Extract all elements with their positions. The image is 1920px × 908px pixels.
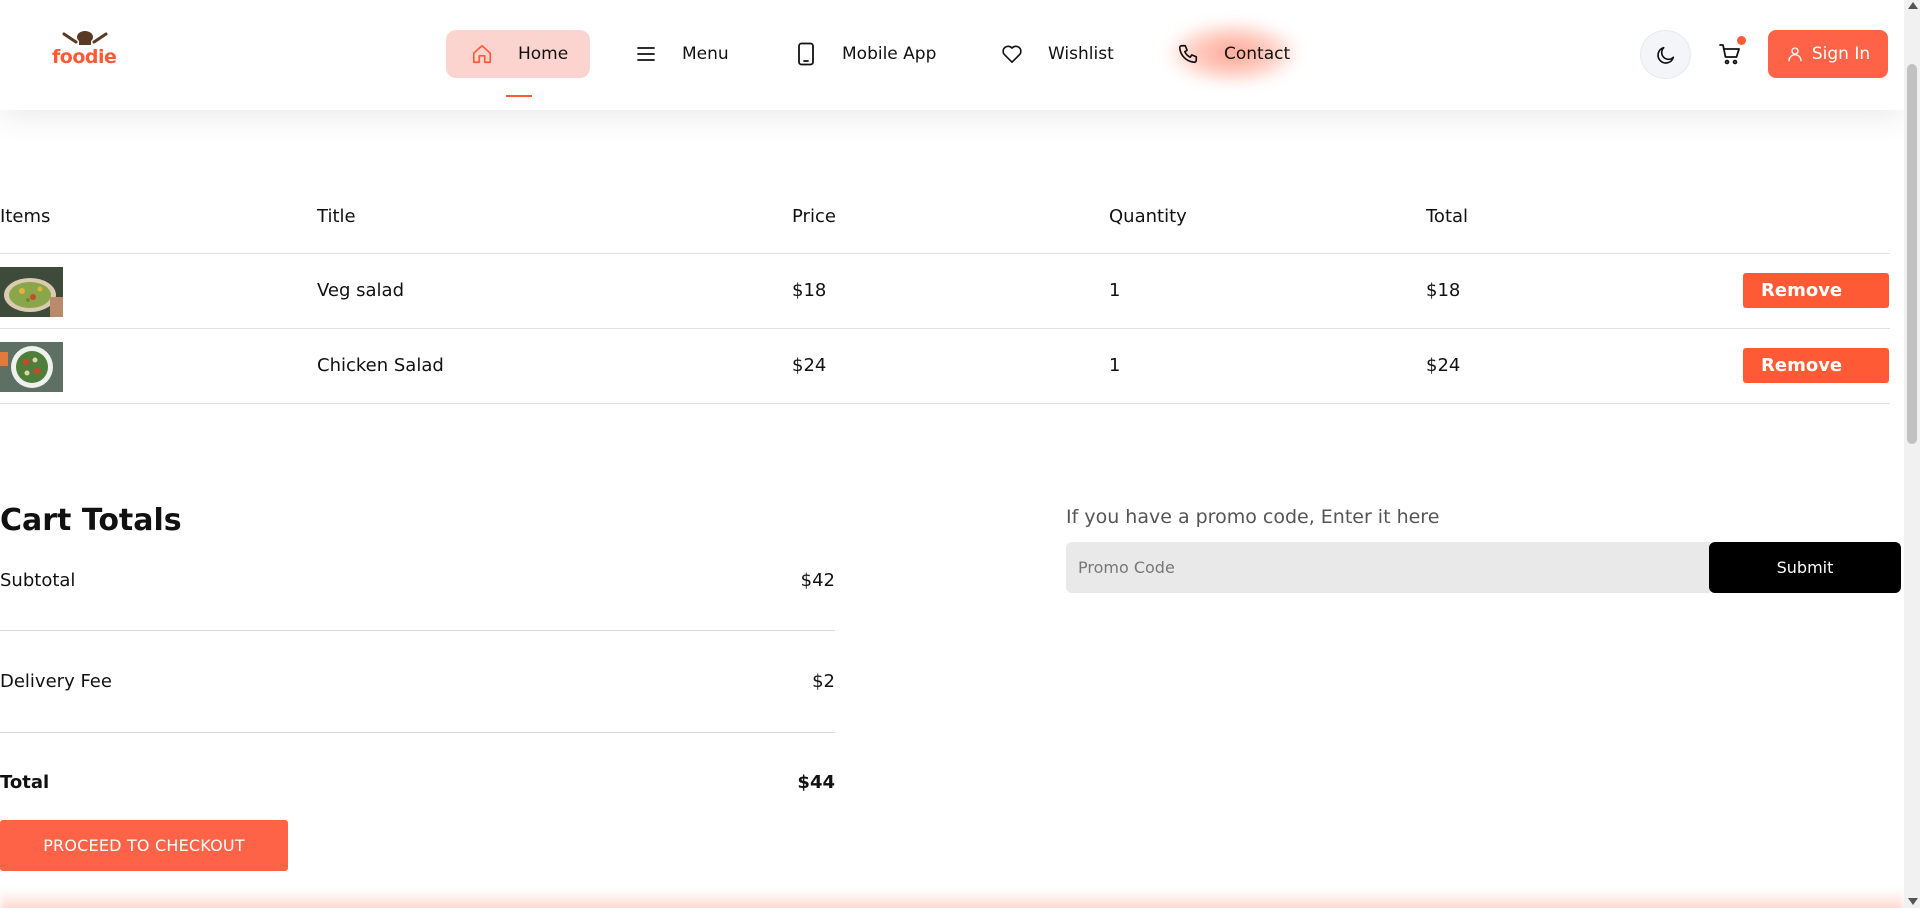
user-icon bbox=[1788, 47, 1802, 62]
cart-icon bbox=[1719, 44, 1740, 65]
nav-contact[interactable]: Contact bbox=[1176, 30, 1306, 78]
delivery-fee-label: Delivery Fee bbox=[0, 671, 112, 692]
item-price: $24 bbox=[792, 355, 827, 376]
phone-icon bbox=[1176, 42, 1200, 66]
scroll-down-arrow-icon[interactable] bbox=[1908, 898, 1918, 905]
delivery-fee-value: $2 bbox=[812, 671, 835, 692]
remove-button[interactable]: Remove bbox=[1743, 348, 1889, 383]
total-label: Total bbox=[0, 772, 50, 793]
heart-icon bbox=[1000, 42, 1024, 66]
nav-mobile-app[interactable]: Mobile App bbox=[794, 30, 994, 78]
cart-notification-dot bbox=[1737, 36, 1746, 45]
scroll-up-arrow-icon[interactable] bbox=[1908, 2, 1918, 9]
table-row: Chicken Salad $24 1 $24 Remove bbox=[0, 329, 1890, 404]
vertical-scrollbar[interactable] bbox=[1904, 0, 1920, 908]
nav-wishlist-label: Wishlist bbox=[1048, 44, 1114, 64]
promo-code-input[interactable] bbox=[1066, 542, 1710, 593]
column-header-quantity: Quantity bbox=[1109, 206, 1187, 227]
promo-code-label: If you have a promo code, Enter it here bbox=[1066, 506, 1440, 528]
nav-home[interactable]: Home bbox=[446, 30, 590, 78]
nav-menu-label: Menu bbox=[682, 44, 729, 64]
home-icon bbox=[470, 42, 494, 66]
nav-menu[interactable]: Menu bbox=[634, 30, 744, 78]
item-price: $18 bbox=[792, 280, 827, 301]
nav-home-label: Home bbox=[518, 44, 569, 64]
sign-in-button[interactable]: Sign In bbox=[1768, 30, 1888, 78]
total-value: $44 bbox=[797, 772, 835, 793]
nav-mobile-app-label: Mobile App bbox=[842, 44, 937, 64]
menu-icon bbox=[634, 42, 658, 66]
column-header-price: Price bbox=[792, 206, 836, 227]
subtotal-row: Subtotal $42 bbox=[0, 570, 835, 591]
divider bbox=[0, 630, 835, 631]
footer-edge bbox=[0, 890, 1904, 908]
column-header-total: Total bbox=[1426, 206, 1469, 227]
table-header: Items Title Price Quantity Total bbox=[0, 190, 1890, 254]
table-row: Veg salad $18 1 $18 Remove bbox=[0, 254, 1890, 329]
page: foodie Home Menu Mobile App Wishlist Con… bbox=[0, 0, 1904, 908]
theme-toggle-button[interactable] bbox=[1640, 30, 1691, 79]
item-total: $18 bbox=[1426, 280, 1461, 301]
column-header-title: Title bbox=[317, 206, 356, 227]
scrollbar-thumb[interactable] bbox=[1907, 64, 1917, 444]
subtotal-label: Subtotal bbox=[0, 570, 76, 591]
mobile-icon bbox=[794, 42, 818, 66]
navbar: foodie Home Menu Mobile App Wishlist Con… bbox=[0, 0, 1904, 110]
divider bbox=[0, 732, 835, 733]
logo[interactable]: foodie bbox=[52, 30, 122, 70]
remove-button[interactable]: Remove bbox=[1743, 273, 1889, 308]
total-row: Total $44 bbox=[0, 772, 835, 793]
nav-wishlist[interactable]: Wishlist bbox=[1000, 30, 1150, 78]
nav-contact-label: Contact bbox=[1224, 44, 1291, 64]
column-header-items: Items bbox=[0, 206, 51, 227]
promo-submit-button[interactable]: Submit bbox=[1709, 542, 1901, 593]
item-quantity: 1 bbox=[1109, 280, 1121, 301]
delivery-fee-row: Delivery Fee $2 bbox=[0, 671, 835, 692]
proceed-to-checkout-button[interactable]: PROCEED TO CHECKOUT bbox=[0, 820, 288, 871]
subtotal-value: $42 bbox=[800, 570, 835, 591]
food-thumbnail-chicken-salad bbox=[0, 342, 63, 392]
food-thumbnail-veg-salad bbox=[0, 267, 63, 317]
active-indicator bbox=[506, 95, 532, 97]
sign-in-label: Sign In bbox=[1811, 44, 1871, 64]
item-quantity: 1 bbox=[1109, 355, 1121, 376]
moon-icon bbox=[1656, 46, 1674, 64]
item-title: Veg salad bbox=[317, 280, 405, 301]
logo-text: foodie bbox=[52, 46, 117, 68]
cart-totals-title: Cart Totals bbox=[0, 503, 182, 538]
item-total: $24 bbox=[1426, 355, 1461, 376]
item-title: Chicken Salad bbox=[317, 355, 444, 376]
